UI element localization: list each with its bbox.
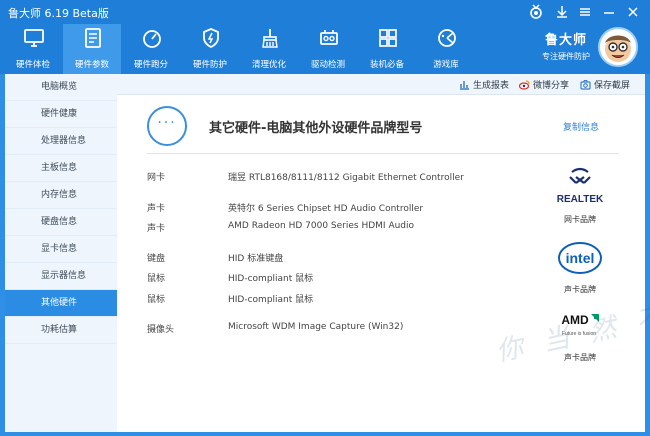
- logo-text: REALTEK: [557, 194, 604, 205]
- broom-icon: [262, 29, 278, 48]
- brand-slogan: 专注硬件防护: [542, 52, 590, 61]
- action-label: 保存截屏: [594, 81, 631, 91]
- main-panel: 生成报表 微博分享 保存截屏 ··· 其它硬件-电脑其他外设硬件品牌型号 复制信…: [117, 74, 650, 432]
- save-screenshot-button[interactable]: 保存截屏: [580, 78, 630, 91]
- weibo-share-button[interactable]: 微博分享: [519, 78, 569, 91]
- tool-driver-check[interactable]: 驱动检测: [299, 24, 357, 74]
- tool-benchmark[interactable]: 硬件跑分: [122, 24, 180, 74]
- hw-label: 摄像头: [147, 325, 175, 335]
- download-icon[interactable]: [553, 3, 571, 21]
- sidebar-item-processor[interactable]: 处理器信息: [5, 128, 117, 155]
- sidebar-item-hardware-health[interactable]: 硬件健康: [5, 101, 117, 128]
- title-bar: 鲁大师 6.19 Beta版: [0, 0, 650, 24]
- tool-label: 游戏库: [433, 60, 459, 70]
- sidebar-item-motherboard[interactable]: 主板信息: [5, 155, 117, 182]
- hw-label: 网卡: [147, 173, 166, 183]
- hw-label: 鼠标: [147, 295, 166, 305]
- tool-label: 驱动检测: [310, 60, 345, 70]
- tool-hardware-params[interactable]: 硬件参数: [63, 24, 121, 74]
- page-title: 其它硬件-电脑其他外设硬件品牌型号: [209, 121, 423, 136]
- tool-hardware-protection[interactable]: 硬件防护: [181, 24, 239, 74]
- tool-hardware-checkup[interactable]: 硬件体检: [4, 24, 62, 74]
- brand-block: 鲁大师 专注硬件防护: [531, 29, 601, 62]
- tool-label: 硬件体检: [15, 60, 50, 70]
- sidebar-item-power-estimate[interactable]: 功耗估算: [5, 317, 117, 344]
- tool-game-library[interactable]: 游戏库: [417, 24, 475, 74]
- shield-lightning-icon: [203, 28, 219, 49]
- generate-report-button[interactable]: 生成报表: [459, 78, 509, 91]
- hw-value: Microsoft WDM Image Capture (Win32): [228, 322, 404, 332]
- hw-value: 英特尔 6 Series Chipset HD Audio Controller: [228, 204, 424, 214]
- main-toolbar: 硬件体检 硬件参数 硬件跑分 硬件防护 清理优化 驱动检测 装机必备 游戏库 鲁…: [0, 24, 650, 74]
- grid-apps-icon: [379, 29, 397, 47]
- tool-essentials[interactable]: 装机必备: [358, 24, 416, 74]
- sidebar-item-memory[interactable]: 内存信息: [5, 182, 117, 209]
- action-label: 微博分享: [533, 81, 570, 91]
- tool-label: 装机必备: [369, 60, 404, 70]
- document-icon: [85, 28, 101, 48]
- more-dots-icon: ···: [147, 106, 187, 146]
- tool-label: 清理优化: [251, 60, 286, 70]
- sidebar-item-other-hardware[interactable]: 其他硬件: [5, 290, 117, 317]
- hw-label: 声卡: [147, 224, 166, 234]
- tool-label: 硬件参数: [74, 60, 109, 70]
- sidebar: 电脑概览 硬件健康 处理器信息 主板信息 内存信息 硬盘信息 显卡信息 显示器信…: [5, 74, 117, 432]
- hw-value: AMD Radeon HD 7000 Series HDMI Audio: [228, 221, 415, 231]
- sidebar-item-disk[interactable]: 硬盘信息: [5, 209, 117, 236]
- hw-value: HID 标准键盘: [228, 254, 284, 264]
- avatar-face-icon: [605, 35, 631, 62]
- medal-icon[interactable]: [527, 3, 545, 21]
- window-title: 鲁大师 6.19 Beta版: [8, 7, 109, 20]
- tool-label: 硬件防护: [192, 60, 227, 70]
- bar-chart-icon: [460, 81, 469, 90]
- action-label: 生成报表: [473, 81, 510, 91]
- close-icon[interactable]: [624, 3, 642, 21]
- speedometer-icon: [143, 30, 161, 48]
- intel-logo: intel: [555, 234, 605, 282]
- avatar[interactable]: [598, 27, 638, 67]
- action-bar: 生成报表 微博分享 保存截屏: [117, 74, 645, 95]
- driver-chip-icon: [320, 30, 338, 45]
- hw-value: HID-compliant 鼠标: [228, 295, 314, 305]
- camera-icon: [580, 80, 591, 90]
- logo-caption: 声卡品牌: [564, 285, 596, 294]
- brand-name: 鲁大师: [544, 33, 587, 48]
- monitor-icon: [24, 29, 44, 47]
- tool-cleanup[interactable]: 清理优化: [240, 24, 298, 74]
- hw-value: 瑞昱 RTL8168/8111/8112 Gigabit Ethernet Co…: [228, 173, 464, 183]
- hw-label: 键盘: [147, 254, 166, 264]
- hw-label: 鼠标: [147, 274, 166, 284]
- logo-caption: 网卡品牌: [564, 215, 596, 224]
- logo-text: intel: [566, 250, 595, 266]
- sidebar-item-overview[interactable]: 电脑概览: [5, 74, 117, 101]
- minimize-icon[interactable]: [600, 3, 618, 21]
- realtek-logo: REALTEK: [555, 162, 605, 210]
- sidebar-item-display[interactable]: 显示器信息: [5, 263, 117, 290]
- weibo-icon: [519, 80, 530, 90]
- hw-value: HID-compliant 鼠标: [228, 274, 314, 284]
- sidebar-item-graphics[interactable]: 显卡信息: [5, 236, 117, 263]
- hw-label: 声卡: [147, 204, 166, 214]
- divider: [147, 153, 619, 154]
- gamepad-icon: [438, 29, 456, 47]
- menu-icon[interactable]: [576, 3, 594, 21]
- tool-label: 硬件跑分: [133, 60, 168, 70]
- copy-info-link[interactable]: 复制信息: [563, 120, 599, 133]
